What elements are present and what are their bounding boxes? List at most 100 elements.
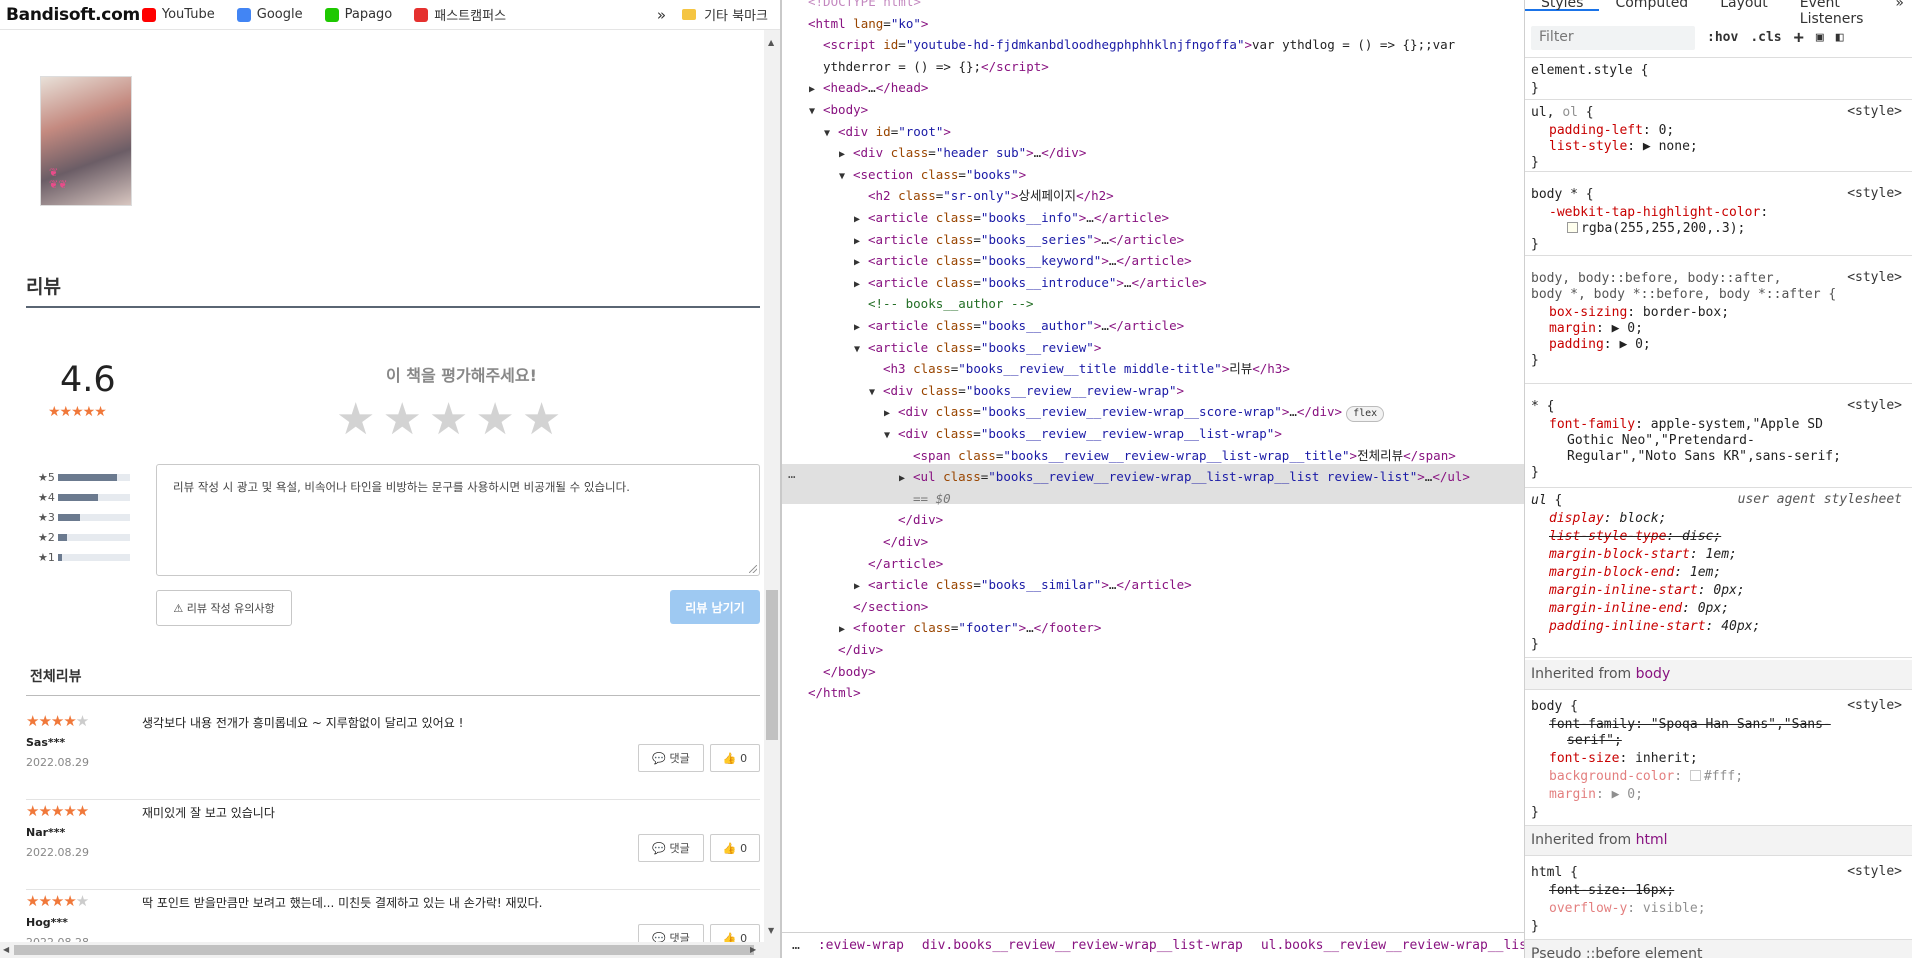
expand-triangle-icon[interactable]: ▶ [854,232,868,252]
bookmarks-more-button[interactable]: » [657,6,666,24]
comment-button[interactable]: 💬 댓글 [638,834,704,862]
like-button[interactable]: 👍 0 [710,924,760,942]
dom-node-line[interactable]: <h2 class="sr-only">상세페이지</h2> [854,186,1114,206]
dom-node-line[interactable]: ▶ <article class="books__introduce">…</ar… [854,273,1207,293]
collapse-triangle-icon[interactable]: ▼ [854,340,868,360]
vertical-scrollbar[interactable]: ▲ ▼ [764,30,780,942]
collapse-triangle-icon[interactable]: ▼ [824,124,838,144]
dom-node-line[interactable]: <!-- books__author --> [854,294,1034,314]
tab-computed[interactable]: Computed [1599,0,1704,11]
rule-ul-user-agent[interactable]: ul {user agent stylesheet display: block… [1525,488,1912,658]
expand-triangle-icon[interactable]: ▶ [809,80,823,100]
rule-box-sizing[interactable]: body, body::before, body::after, <style> … [1525,256,1912,384]
scroll-up-icon[interactable]: ▲ [768,38,774,47]
rating-star-3-icon[interactable]: ★ [429,396,468,444]
dom-node-line[interactable]: ▶ <ul class="books__review__review-wrap__… [899,467,1470,487]
scroll-left-icon[interactable]: ◀ [3,945,9,954]
comment-button[interactable]: 💬 댓글 [638,744,704,772]
dom-node-line[interactable]: </html> [794,683,861,703]
dom-node-line[interactable]: <!DOCTYPE html> [794,0,921,12]
collapse-triangle-icon[interactable]: ▼ [839,167,853,187]
horizontal-scroll-thumb[interactable] [14,945,754,955]
expand-triangle-icon[interactable]: ▶ [884,404,898,424]
styles-filter-input[interactable]: Filter [1531,25,1695,50]
dom-node-line[interactable]: </section> [839,597,928,617]
dom-node-line[interactable]: ▶ <div class="books__review__review-wrap_… [884,402,1385,424]
like-button[interactable]: 👍 0 [710,744,760,772]
rule-body-star[interactable]: body * {<style> -webkit-tap-highlight-co… [1525,172,1912,256]
tab-layout[interactable]: Layout [1704,0,1784,11]
dom-node-line[interactable]: ▼ <section class="books"> [839,165,1026,185]
rating-star-5-icon[interactable]: ★ [522,396,561,444]
comment-button[interactable]: 💬 댓글 [638,924,704,942]
review-textarea[interactable]: 리뷰 작성 시 광고 및 욕설, 비속어나 타인을 비방하는 문구를 사용하시면… [156,464,760,576]
bookmark-papago[interactable]: Papago [324,5,392,24]
tab-styles[interactable]: Styles [1525,0,1600,11]
bookmark-youtube[interactable]: YouTube [141,5,215,24]
expand-triangle-icon[interactable]: ▶ [899,469,913,489]
dom-node-line[interactable]: <h3 class="books__review__title middle-t… [869,359,1290,379]
rating-star-1-icon[interactable]: ★ [336,396,375,444]
rating-star-4-icon[interactable]: ★ [475,396,514,444]
dom-node-line[interactable]: ythderror = () => {};</script> [809,57,1049,77]
dom-node-line[interactable]: ▶ <footer class="footer">…</footer> [839,618,1101,638]
dom-node-line[interactable]: ▶ <article class="books__keyword">…</arti… [854,251,1192,271]
rule-body-inherited[interactable]: body {<style> font-family: "Spoqa Han Sa… [1525,690,1912,826]
dom-node-line[interactable]: </body> [809,662,876,682]
breadcrumb-item[interactable]: … [792,938,800,953]
dom-node-line[interactable]: == $0 [899,489,951,509]
tab-event-listeners[interactable]: Event Listeners [1784,0,1880,27]
review-notice-button[interactable]: ⚠ 리뷰 작성 유의사항 [156,590,292,626]
dom-node-line[interactable]: <span class="books__review__review-wrap_… [899,446,1456,466]
expand-triangle-icon[interactable]: ▶ [854,275,868,295]
vertical-scroll-thumb[interactable] [766,590,778,740]
paint-icon[interactable]: ▣ [1816,30,1824,45]
dom-node-line[interactable]: </div> [869,532,928,552]
other-bookmarks-folder[interactable]: 기타 북마크 [704,5,768,24]
expand-triangle-icon[interactable]: ▶ [854,210,868,230]
breadcrumb-item[interactable]: :eview-wrap [818,938,904,953]
dom-node-line[interactable]: ▼ <div id="root"> [824,122,951,142]
rating-star-2-icon[interactable]: ★ [382,396,421,444]
breadcrumb-item[interactable]: ul.books__review__review-wrap__list-wrap… [1261,938,1524,953]
dom-node-line[interactable]: <html lang="ko"> [794,14,928,34]
rule-html-inherited[interactable]: html {<style> font-size: 16px; overflow-… [1525,856,1912,940]
collapse-triangle-icon[interactable]: ▼ [884,426,898,446]
dom-node-line[interactable]: ▶ <head>…</head> [809,78,928,98]
like-button[interactable]: 👍 0 [710,834,760,862]
dom-node-line[interactable]: </div> [884,510,943,530]
expand-triangle-icon[interactable]: ▶ [854,318,868,338]
resize-handle[interactable] [749,565,757,573]
horizontal-scrollbar[interactable]: ◀ ▶ [0,942,780,958]
collapse-triangle-icon[interactable]: ▼ [869,383,883,403]
class-toggle[interactable]: .cls [1750,30,1781,45]
tab-»[interactable]: » [1879,0,1912,11]
bookmark-google[interactable]: Google [236,5,303,24]
rule-element-style[interactable]: element.style { } [1525,58,1912,100]
dom-node-line[interactable]: </article> [854,554,943,574]
expand-triangle-icon[interactable]: ▶ [839,620,853,640]
dom-node-line[interactable]: ▼ <div class="books__review__review-wrap"… [869,381,1184,401]
book-cover-image[interactable]: ❦ ❦❦ [40,76,132,206]
dom-node-line[interactable]: ▼ <div class="books__review__review-wrap_… [884,424,1282,444]
submit-review-button[interactable]: 리뷰 남기기 [670,590,760,624]
scroll-down-icon[interactable]: ▼ [768,926,774,935]
dom-node-line[interactable]: </div> [824,640,883,660]
dom-node-line[interactable]: <script id="youtube-hd-fjdmkanbdloodhegp… [809,35,1455,55]
new-rule-button[interactable]: + [1794,28,1804,48]
dom-node-line[interactable]: ▶ <article class="books__similar">…</arti… [854,575,1192,595]
scroll-right-icon[interactable]: ▶ [750,945,756,954]
hover-state-toggle[interactable]: :hov [1707,30,1738,45]
expand-triangle-icon[interactable]: ▶ [854,253,868,273]
dom-node-line[interactable]: ▶ <article class="books__info">…</article… [854,208,1169,228]
breadcrumb-item[interactable]: div.books__review__review-wrap__list-wra… [922,938,1243,953]
node-actions-icon[interactable]: … [788,466,796,481]
expand-triangle-icon[interactable]: ▶ [839,145,853,165]
collapse-triangle-icon[interactable]: ▼ [809,102,823,122]
expand-triangle-icon[interactable]: ▶ [854,577,868,597]
dom-node-line[interactable]: ▶ <article class="books__series">…</artic… [854,230,1184,250]
rule-universal-font[interactable]: * {<style> font-family: apple-system,"Ap… [1525,384,1912,488]
rule-ul-ol[interactable]: ul, ol {<style> padding-left: 0; list-st… [1525,100,1912,172]
bookmark-패스트캠퍼스[interactable]: 패스트캠퍼스 [414,5,506,24]
bandisoft-bookmark[interactable]: Bandisoft.com [6,5,140,25]
